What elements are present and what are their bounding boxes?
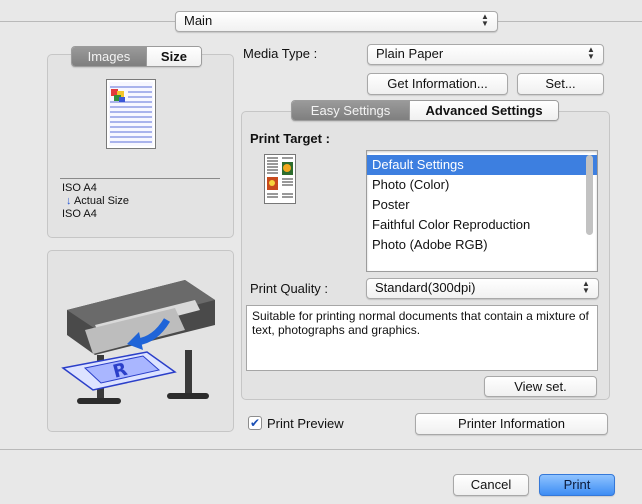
view-set-button[interactable]: View set. [484,376,597,397]
print-preview-checkbox[interactable]: ✔ [248,416,262,430]
scale-mode-row: ↓ Actual Size [66,195,129,208]
print-preview-label: Print Preview [267,416,344,431]
main-popup-value: Main [184,13,213,28]
media-type-popup[interactable]: Plain Paper ▲ ▼ [367,44,604,65]
set-button[interactable]: Set... [517,73,604,95]
list-item[interactable]: Default Settings [367,155,597,175]
tab-advanced-settings[interactable]: Advanced Settings [409,101,558,120]
cancel-button[interactable]: Cancel [453,474,529,496]
preview-tabs: Images Size [71,46,202,67]
get-information-button[interactable]: Get Information... [367,73,508,95]
popup-arrows-icon: ▲ ▼ [481,12,489,28]
print-target-label: Print Target : [250,131,330,146]
preview-divider [60,178,220,179]
checkmark-icon: ✔ [249,416,261,430]
media-type-value: Plain Paper [376,46,444,61]
print-quality-popup[interactable]: Standard(300dpi) ▲ ▼ [366,278,599,299]
tab-size[interactable]: Size [145,47,201,66]
media-type-label: Media Type : [243,46,318,61]
list-scrollbar[interactable] [586,155,593,235]
list-item[interactable]: Photo (Color) [367,175,597,195]
paper-size-out: ISO A4 [62,208,97,220]
print-button[interactable]: Print [539,474,615,496]
print-quality-value: Standard(300dpi) [375,280,476,295]
top-separator-right [498,21,642,22]
bottom-separator [0,449,642,450]
top-separator-left [0,21,175,22]
scale-mode-label: Actual Size [73,195,129,207]
list-item[interactable]: Faithful Color Reproduction [367,215,597,235]
print-quality-label: Print Quality : [250,281,329,296]
list-item[interactable]: Poster [367,195,597,215]
page-thumbnail [106,79,156,149]
list-item[interactable]: Photo (Adobe RGB) [367,235,597,255]
main-popup[interactable]: Main ▲ ▼ [175,11,498,32]
arrow-down-icon: ↓ [66,195,72,207]
settings-tabs: Easy Settings Advanced Settings [291,100,559,121]
print-target-list[interactable]: Default Settings Photo (Color) Poster Fa… [366,150,598,272]
popup-arrows-icon: ▲ ▼ [582,279,590,295]
popup-arrows-icon: ▲ ▼ [587,45,595,61]
tab-easy-settings[interactable]: Easy Settings [292,101,410,120]
printer-illustration: R [61,280,215,404]
paper-size-in: ISO A4 [62,182,97,194]
printer-information-button[interactable]: Printer Information [415,413,608,435]
description-text: Suitable for printing normal documents t… [246,305,598,371]
tab-images[interactable]: Images [72,47,146,66]
target-thumbnail [264,154,296,204]
